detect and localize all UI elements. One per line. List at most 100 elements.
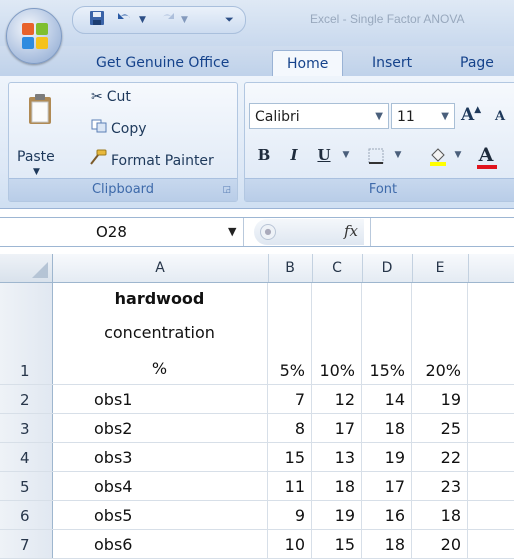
column-header-c[interactable]: C [312, 254, 363, 282]
font-family-value: Calibri [255, 109, 300, 125]
customize-qat-icon[interactable]: ⏷ [225, 10, 234, 30]
cell-value: 18 [440, 506, 461, 525]
cell-e1[interactable]: 20% [412, 283, 468, 384]
tab-page-layout[interactable]: Page La [460, 50, 514, 97]
cell-a2[interactable]: obs1 [52, 385, 268, 413]
column-header-b[interactable]: B [268, 254, 313, 282]
cell-a1[interactable]: hardwood concentration % [52, 283, 268, 384]
formula-input[interactable] [370, 218, 514, 246]
row-header[interactable]: 4 [0, 443, 53, 471]
font-color-button[interactable]: A [473, 141, 499, 169]
cell-b5[interactable]: 11 [268, 472, 312, 500]
cell-c4[interactable]: 13 [312, 443, 362, 471]
cell-f3[interactable] [468, 414, 514, 442]
cell-b4[interactable]: 15 [268, 443, 312, 471]
cell-d5[interactable]: 17 [362, 472, 412, 500]
bold-button[interactable]: B [251, 141, 277, 169]
column-header-e[interactable]: E [412, 254, 469, 282]
copy-button[interactable]: Copy [91, 119, 147, 137]
redo-icon[interactable] [159, 10, 175, 30]
borders-dropdown-icon[interactable]: ▼ [391, 141, 405, 169]
italic-button[interactable]: I [281, 141, 307, 169]
cell-b3[interactable]: 8 [268, 414, 312, 442]
column-header-f[interactable] [468, 254, 514, 282]
expand-icon[interactable]: ● [260, 224, 276, 240]
cell-d3[interactable]: 18 [362, 414, 412, 442]
fill-color-dropdown-icon[interactable]: ▼ [451, 141, 465, 169]
cell-d2[interactable]: 14 [362, 385, 412, 413]
cell-c3[interactable]: 17 [312, 414, 362, 442]
format-painter-button[interactable]: Format Painter [89, 149, 214, 169]
cell-e5[interactable]: 23 [412, 472, 468, 500]
cell-value: 7 [294, 390, 305, 409]
cell-d6[interactable]: 16 [362, 501, 412, 529]
insert-function-button[interactable]: fx [344, 222, 358, 240]
undo-dropdown-icon[interactable]: ▼ [139, 10, 146, 30]
cell-e3[interactable]: 25 [412, 414, 468, 442]
tab-get-genuine-office[interactable]: Get Genuine Office [96, 50, 229, 76]
fill-color-button[interactable] [425, 141, 451, 169]
cell-a3[interactable]: obs2 [52, 414, 268, 442]
office-button[interactable] [6, 8, 62, 64]
cell-f2[interactable] [468, 385, 514, 413]
column-header-d[interactable]: D [362, 254, 413, 282]
header-line-3: % [151, 359, 168, 378]
cut-button[interactable]: ✂ Cut [91, 89, 131, 105]
cell-c2[interactable]: 12 [312, 385, 362, 413]
underline-dropdown-icon[interactable]: ▼ [339, 141, 353, 169]
shrink-font-button[interactable]: A [495, 109, 505, 124]
cell-c5[interactable]: 18 [312, 472, 362, 500]
font-color-label: A [478, 144, 494, 166]
cell-e6[interactable]: 18 [412, 501, 468, 529]
row-header[interactable]: 1 [0, 283, 53, 384]
borders-button[interactable] [363, 141, 389, 169]
cell-a4[interactable]: obs3 [52, 443, 268, 471]
undo-icon[interactable] [117, 10, 133, 30]
cell-f7[interactable] [468, 530, 514, 558]
cell-b1[interactable]: 5% [268, 283, 312, 384]
cell-b2[interactable]: 7 [268, 385, 312, 413]
cell-c1[interactable]: 10% [312, 283, 362, 384]
cell-f4[interactable] [468, 443, 514, 471]
cell-c7[interactable]: 15 [312, 530, 362, 558]
save-icon[interactable] [89, 10, 105, 30]
name-box[interactable]: O28 ▼ [0, 218, 244, 246]
row-number: 2 [20, 391, 30, 409]
paste-button[interactable]: Paste ▼ [15, 87, 65, 177]
cell-e4[interactable]: 22 [412, 443, 468, 471]
cell-a6[interactable]: obs5 [52, 501, 268, 529]
quick-access-toolbar: ▼ ▼ ⏷ [72, 6, 246, 34]
grow-font-button[interactable]: A▲ [461, 105, 481, 125]
font-size-select[interactable]: 11 ▼ [391, 103, 455, 129]
row-header[interactable]: 3 [0, 414, 53, 442]
cell-a7[interactable]: obs6 [52, 530, 268, 558]
row-header[interactable]: 6 [0, 501, 53, 529]
row-header[interactable]: 5 [0, 472, 53, 500]
cell-f1[interactable] [468, 283, 514, 384]
row-header[interactable]: 2 [0, 385, 53, 413]
borders-icon [367, 146, 385, 164]
cell-e2[interactable]: 19 [412, 385, 468, 413]
row-number: 3 [20, 420, 30, 438]
cell-value: 16 [384, 506, 405, 525]
cell-b7[interactable]: 10 [268, 530, 312, 558]
cell-b6[interactable]: 9 [268, 501, 312, 529]
cell-a5[interactable]: obs4 [52, 472, 268, 500]
cell-d4[interactable]: 19 [362, 443, 412, 471]
tab-home[interactable]: Home [272, 50, 344, 77]
tab-insert[interactable]: Insert [372, 50, 412, 76]
dialog-launcher-icon[interactable]: ◲ [222, 179, 231, 201]
cell-f6[interactable] [468, 501, 514, 529]
font-family-select[interactable]: Calibri ▼ [249, 103, 389, 129]
cell-d1[interactable]: 15% [362, 283, 412, 384]
redo-dropdown-icon[interactable]: ▼ [181, 10, 188, 30]
cell-c6[interactable]: 19 [312, 501, 362, 529]
row-header[interactable]: 7 [0, 530, 53, 558]
select-all-corner[interactable] [0, 254, 53, 282]
paint-bucket-icon [428, 146, 448, 166]
cell-f5[interactable] [468, 472, 514, 500]
underline-button[interactable]: U [311, 141, 337, 169]
cell-d7[interactable]: 18 [362, 530, 412, 558]
column-header-a[interactable]: A [52, 254, 269, 282]
cell-e7[interactable]: 20 [412, 530, 468, 558]
